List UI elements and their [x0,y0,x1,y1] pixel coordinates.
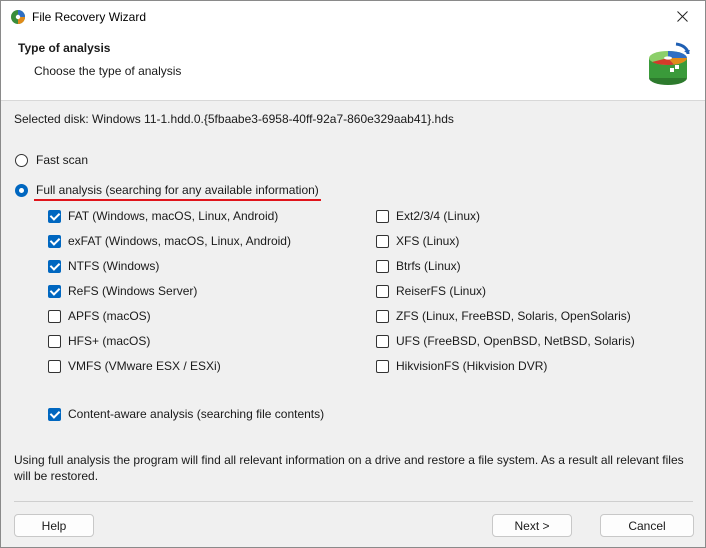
checkbox-exfat[interactable]: exFAT (Windows, macOS, Linux, Android) [48,234,291,248]
checkbox[interactable] [376,284,389,298]
checkbox-content-aware[interactable]: Content-aware analysis (searching file c… [48,407,324,421]
checkbox-ufs[interactable]: UFS (FreeBSD, OpenBSD, NetBSD, Solaris) [376,334,635,348]
cancel-button[interactable]: Cancel [600,514,694,537]
checkbox-label: HikvisionFS (Hikvision DVR) [396,359,548,373]
checkbox-ext[interactable]: Ext2/3/4 (Linux) [376,209,480,223]
header-subtitle: Choose the type of analysis [34,64,182,78]
radio-label: Full analysis (searching for any availab… [36,183,319,197]
checkbox-label: NTFS (Windows) [68,259,160,273]
close-icon [676,11,688,22]
checkbox-vmfs[interactable]: VMFS (VMware ESX / ESXi) [48,359,221,373]
checkbox[interactable] [48,234,61,248]
checkbox-zfs[interactable]: ZFS (Linux, FreeBSD, Solaris, OpenSolari… [376,309,631,323]
radio-label: Fast scan [36,153,89,167]
selected-disk-label: Selected disk: Windows 11-1.hdd.0.{5fbaa… [14,112,454,126]
checkbox-ntfs[interactable]: NTFS (Windows) [48,259,159,273]
highlight-underline [34,199,321,201]
file-recovery-wizard-window: File Recovery Wizard Type of analysis Ch… [0,0,706,548]
checkbox[interactable] [376,334,389,348]
divider [14,501,693,502]
checkbox[interactable] [48,359,61,373]
checkbox[interactable] [48,284,61,298]
disk-recovery-logo-icon [644,38,692,90]
next-button[interactable]: Next > [492,514,572,537]
checkbox-hikvisionfs[interactable]: HikvisionFS (Hikvision DVR) [376,359,547,373]
checkbox-label: APFS (macOS) [68,309,151,323]
checkbox-label: ReiserFS (Linux) [396,284,487,298]
radio-fast-scan[interactable]: Fast scan [15,153,88,167]
checkbox[interactable] [376,359,389,373]
radio-button[interactable] [15,153,28,167]
checkbox-label: Content-aware analysis (searching file c… [68,407,325,421]
checkbox-label: Btrfs (Linux) [396,259,461,273]
file-recovery-app-icon [10,9,26,25]
checkbox[interactable] [48,209,61,223]
radio-button[interactable] [15,183,28,197]
checkbox-label: HFS+ (macOS) [68,334,151,348]
checkbox-label: exFAT (Windows, macOS, Linux, Android) [68,234,291,248]
checkbox[interactable] [48,407,61,421]
checkbox[interactable] [376,259,389,273]
checkbox-apfs[interactable]: APFS (macOS) [48,309,151,323]
checkbox[interactable] [376,309,389,323]
checkbox[interactable] [48,309,61,323]
title-bar: File Recovery Wizard [1,1,705,32]
checkbox[interactable] [48,334,61,348]
checkbox-refs[interactable]: ReFS (Windows Server) [48,284,197,298]
checkbox-label: UFS (FreeBSD, OpenBSD, NetBSD, Solaris) [396,334,635,348]
checkbox[interactable] [376,234,389,248]
checkbox-hfsplus[interactable]: HFS+ (macOS) [48,334,150,348]
help-button[interactable]: Help [14,514,94,537]
checkbox-label: ReFS (Windows Server) [68,284,198,298]
checkbox-reiserfs[interactable]: ReiserFS (Linux) [376,284,486,298]
checkbox-fat[interactable]: FAT (Windows, macOS, Linux, Android) [48,209,278,223]
checkbox-label: VMFS (VMware ESX / ESXi) [68,359,221,373]
wizard-header: Type of analysis Choose the type of anal… [1,32,705,101]
checkbox[interactable] [48,259,61,273]
radio-full-analysis[interactable]: Full analysis (searching for any availab… [15,183,319,197]
header-title: Type of analysis [18,41,111,55]
info-text: Using full analysis the program will fin… [14,453,684,483]
window-title: File Recovery Wizard [32,10,147,24]
checkbox-xfs[interactable]: XFS (Linux) [376,234,459,248]
checkbox-label: XFS (Linux) [396,234,460,248]
close-button[interactable] [659,1,705,32]
checkbox-btrfs[interactable]: Btrfs (Linux) [376,259,461,273]
checkbox-label: Ext2/3/4 (Linux) [396,209,481,223]
checkbox-label: FAT (Windows, macOS, Linux, Android) [68,209,279,223]
checkbox[interactable] [376,209,389,223]
checkbox-label: ZFS (Linux, FreeBSD, Solaris, OpenSolari… [396,309,631,323]
